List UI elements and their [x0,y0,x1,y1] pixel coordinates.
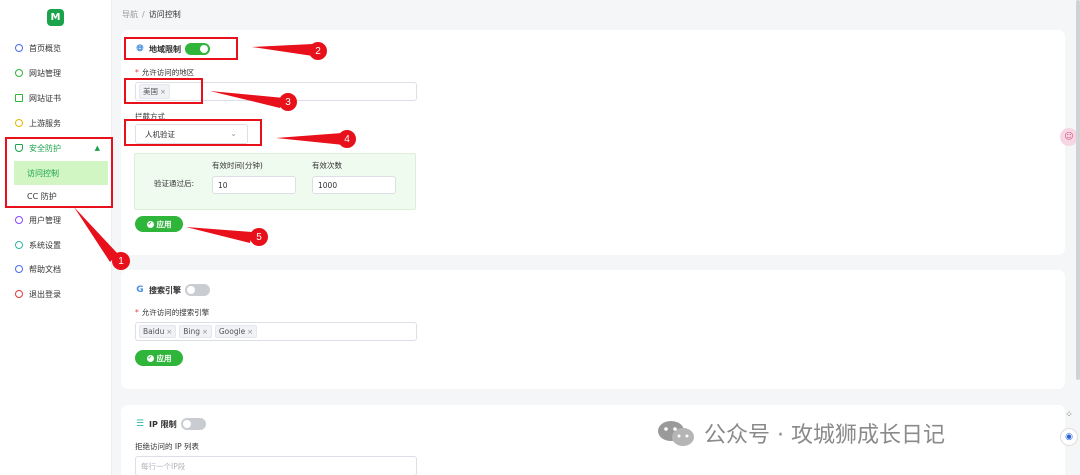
wechat-icon [658,421,694,446]
arrow-4 [276,133,344,145]
watermark-text: 公众号 · 攻城狮成长日记 [704,423,945,448]
watermark: 公众号 · 攻城狮成长日记 [656,417,945,449]
annotation-arrows [74,44,344,262]
apps-icon[interactable]: ⁘ [1060,406,1078,424]
callout-5: 5 [250,228,268,246]
arrow-3 [210,91,284,108]
callout-3: 3 [279,93,297,111]
scrollbar[interactable] [1076,0,1080,380]
callout-2: 2 [309,42,327,60]
arrow-1 [74,207,118,262]
callout-4: 4 [338,130,356,148]
arrow-2 [252,44,313,56]
chat-bot-icon[interactable]: ◉ [1060,428,1078,446]
callout-1: 1 [112,252,130,270]
arrow-5 [186,227,252,243]
